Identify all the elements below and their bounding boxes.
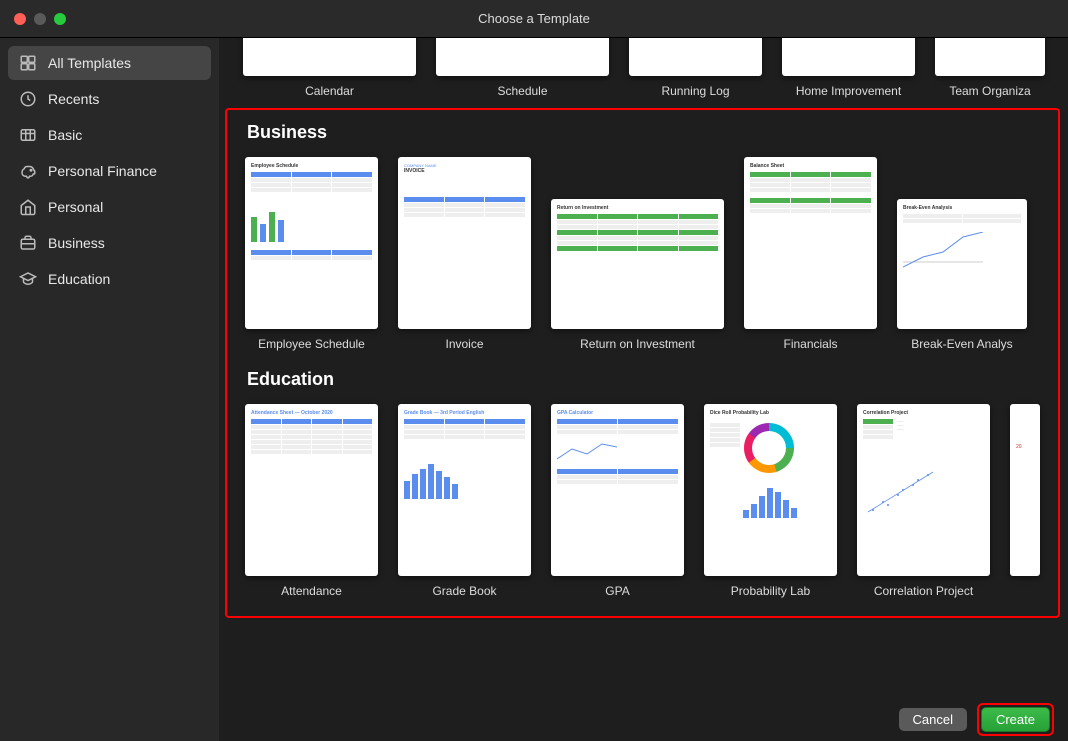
sidebar-item-label: Personal Finance [48,163,157,179]
graduation-cap-icon [18,269,38,289]
minimize-window-button[interactable] [34,13,46,25]
template-thumb [782,38,915,76]
sidebar-item-label: Business [48,235,105,251]
close-window-button[interactable] [14,13,26,25]
clock-icon [18,89,38,109]
create-button[interactable]: Create [981,707,1050,732]
template-thumb: Break-Even Analysis [897,199,1027,329]
sidebar-item-label: Personal [48,199,103,215]
template-label: Invoice [445,337,483,351]
template-label: Running Log [661,84,729,98]
template-employee-schedule[interactable]: Employee Schedule Employee Schedule [245,157,378,351]
template-roi[interactable]: Return on Investment Return on Investmen… [551,157,724,351]
template-thumb: COMPANY NAMEINVOICE [398,157,531,329]
sidebar: All Templates Recents Basic Personal Fin… [0,38,219,741]
template-thumb: Employee Schedule [245,157,378,329]
highlight-business-education: Business Employee Schedule Employee Sche… [225,108,1060,618]
template-home-improvement[interactable]: Home Improvement [782,38,915,98]
template-team-organization[interactable]: Team Organiza [935,38,1045,98]
content-area: Calendar Schedule 31.854.356m 54s Runnin… [219,38,1068,741]
sidebar-item-recents[interactable]: Recents [8,82,211,116]
template-thumb [243,38,416,76]
template-label: Employee Schedule [258,337,365,351]
template-schedule[interactable]: Schedule [436,38,609,98]
template-label: Return on Investment [580,337,695,351]
template-correlation-project[interactable]: Correlation Project.....................… [857,404,990,598]
template-thumb: 31.854.356m 54s [629,38,762,76]
template-attendance[interactable]: Attendance Sheet — October 2020 Attendan… [245,404,378,598]
piggy-bank-icon [18,161,38,181]
template-label: Attendance [281,584,342,598]
sidebar-item-education[interactable]: Education [8,262,211,296]
template-label: Team Organiza [949,84,1030,98]
sidebar-item-all-templates[interactable]: All Templates [8,46,211,80]
template-break-even[interactable]: Break-Even Analysis Break-Even Analys [897,157,1027,351]
fullscreen-window-button[interactable] [54,13,66,25]
sidebar-item-label: Recents [48,91,99,107]
template-scroll-area[interactable]: Calendar Schedule 31.854.356m 54s Runnin… [219,38,1068,697]
sidebar-item-business[interactable]: Business [8,226,211,260]
window-title: Choose a Template [478,11,590,26]
template-invoice[interactable]: COMPANY NAMEINVOICE Invoice [398,157,531,351]
template-label: Grade Book [432,584,496,598]
template-thumb: Attendance Sheet — October 2020 [245,404,378,576]
template-label: Home Improvement [796,84,901,98]
template-thumb [935,38,1045,76]
briefcase-icon [18,233,38,253]
template-thumb: 20 [1010,404,1040,576]
window-controls [0,13,66,25]
template-row-partial: Calendar Schedule 31.854.356m 54s Runnin… [243,38,1068,98]
table-icon [18,125,38,145]
sidebar-item-personal[interactable]: Personal [8,190,211,224]
template-gpa[interactable]: GPA Calculator GPA [551,404,684,598]
template-thumb: GPA Calculator [551,404,684,576]
highlight-create-button: Create [977,703,1054,736]
template-label: Financials [783,337,837,351]
template-thumb [436,38,609,76]
template-thumb: Dice Roll Probability Lab [704,404,837,576]
template-label: GPA [605,584,629,598]
grid-icon [18,53,38,73]
template-label: Schedule [497,84,547,98]
template-probability-lab[interactable]: Dice Roll Probability Lab Probability La… [704,404,837,598]
section-header: Education [247,369,1058,390]
sidebar-item-basic[interactable]: Basic [8,118,211,152]
template-partial-cutoff[interactable]: 20 [1010,404,1040,598]
template-label: Correlation Project [874,584,973,598]
template-calendar[interactable]: Calendar [243,38,416,98]
template-running-log[interactable]: 31.854.356m 54s Running Log [629,38,762,98]
template-thumb: Correlation Project.....................… [857,404,990,576]
cancel-button[interactable]: Cancel [899,708,967,731]
sidebar-item-label: Basic [48,127,82,143]
section-education: Education Attendance Sheet — October 202… [245,369,1058,598]
template-thumb: Return on Investment [551,199,724,329]
template-label: Probability Lab [731,584,810,598]
section-header: Business [247,122,1058,143]
sidebar-item-label: All Templates [48,55,131,71]
bottom-bar: Cancel Create [219,697,1068,741]
template-label: Calendar [305,84,354,98]
titlebar: Choose a Template [0,0,1068,38]
template-financials[interactable]: Balance Sheet Financials [744,157,877,351]
sidebar-item-personal-finance[interactable]: Personal Finance [8,154,211,188]
home-icon [18,197,38,217]
template-label: Break-Even Analys [911,337,1012,351]
template-grade-book[interactable]: Grade Book — 3rd Period English Grade Bo… [398,404,531,598]
section-business: Business Employee Schedule Employee Sche… [245,122,1058,351]
template-thumb: Grade Book — 3rd Period English [398,404,531,576]
template-thumb: Balance Sheet [744,157,877,329]
sidebar-item-label: Education [48,271,110,287]
